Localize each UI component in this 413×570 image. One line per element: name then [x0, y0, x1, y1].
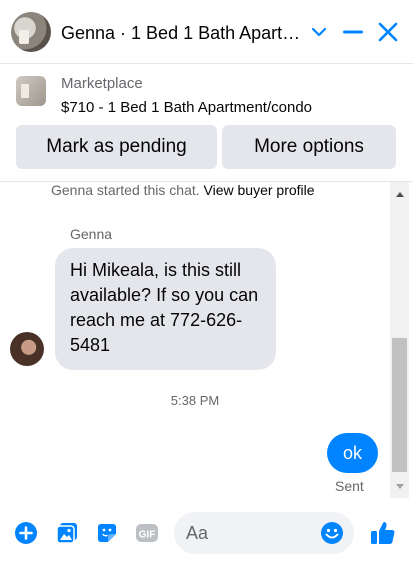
scroll-up-arrow-icon[interactable] [390, 188, 409, 200]
marketplace-label: Marketplace [61, 75, 143, 92]
listing-avatar[interactable] [11, 12, 51, 52]
message-status: Sent [335, 478, 364, 494]
message-input-container [174, 512, 354, 554]
scrollbar-thumb[interactable] [392, 338, 407, 472]
minimize-icon[interactable] [341, 20, 365, 44]
chat-started-text: Genna started this chat. [51, 182, 200, 198]
chevron-down-icon[interactable] [307, 20, 331, 44]
sticker-icon[interactable] [94, 520, 120, 546]
chat-header: Genna · 1 Bed 1 Bath Apartment/condo [0, 0, 413, 64]
sender-name: Genna [70, 226, 113, 242]
marketplace-listing: Marketplace $710 - 1 Bed 1 Bath Apartmen… [0, 64, 413, 182]
emoji-icon[interactable] [320, 521, 344, 545]
mark-as-pending-button[interactable]: Mark as pending [16, 125, 217, 169]
listing-title[interactable]: $710 - 1 Bed 1 Bath Apartment/condo [61, 99, 312, 116]
sender-avatar[interactable] [10, 332, 44, 366]
svg-text:GIF: GIF [139, 530, 156, 541]
listing-thumbnail[interactable] [16, 76, 46, 106]
gif-icon[interactable]: GIF [134, 520, 160, 546]
thumbs-up-icon[interactable] [370, 520, 396, 546]
view-buyer-profile-link[interactable]: View buyer profile [204, 182, 315, 198]
incoming-message: Hi Mikeala, is this still available? If … [55, 248, 276, 370]
message-composer-bar: GIF [0, 498, 413, 570]
add-icon[interactable] [13, 520, 39, 546]
message-thread: Genna started this chat. View buyer prof… [0, 182, 413, 498]
photo-icon[interactable] [54, 520, 80, 546]
message-input[interactable] [186, 512, 316, 554]
scroll-down-arrow-icon[interactable] [390, 480, 409, 492]
more-options-button[interactable]: More options [222, 125, 396, 169]
outgoing-message: ok [327, 433, 378, 473]
close-icon[interactable] [376, 20, 400, 44]
chat-title[interactable]: Genna · 1 Bed 1 Bath Apartment/condo [61, 23, 301, 44]
message-timestamp: 5:38 PM [170, 393, 220, 408]
chat-scrollbar[interactable] [390, 182, 409, 498]
chat-started-notice: Genna started this chat. View buyer prof… [51, 182, 315, 198]
